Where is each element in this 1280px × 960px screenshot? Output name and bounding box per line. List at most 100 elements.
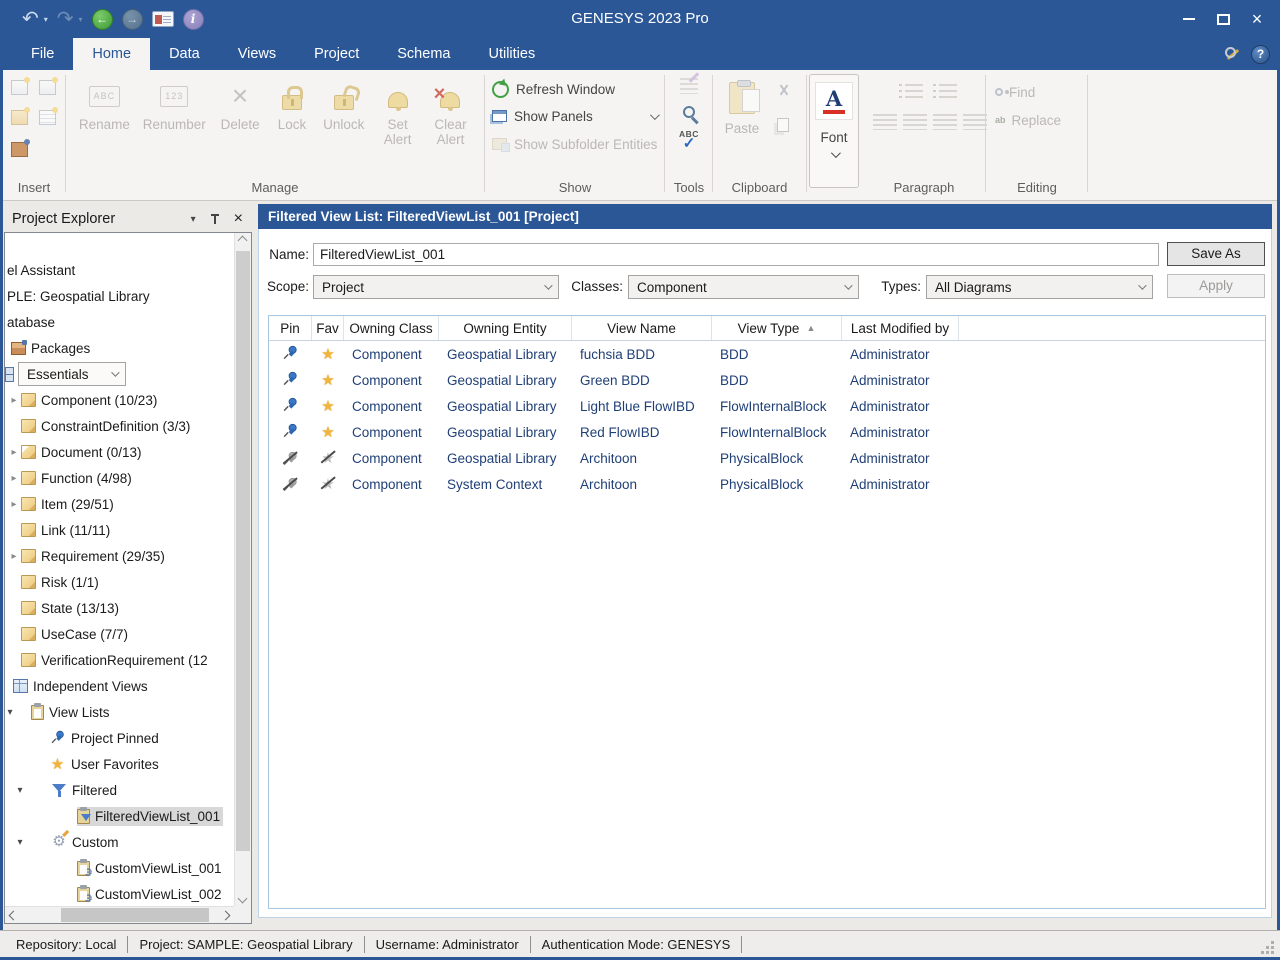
pushpin-disabled-icon[interactable] — [282, 450, 299, 467]
tab-file[interactable]: File — [12, 38, 73, 70]
show-panels-button[interactable]: Show Panels — [492, 105, 593, 127]
apply-button[interactable]: Apply — [1167, 274, 1265, 298]
search-icon[interactable] — [683, 106, 695, 118]
tree-item-filtered[interactable]: ▾Filtered — [5, 777, 234, 803]
tree-item-customviewlist-001[interactable]: ⚙CustomViewList_001 — [77, 855, 234, 881]
column-header-owning-entity[interactable]: Owning Entity — [439, 316, 572, 340]
column-header-view-name[interactable]: View Name — [572, 316, 712, 340]
forward-icon[interactable]: → — [122, 9, 143, 30]
resize-grip[interactable] — [1262, 942, 1274, 954]
expand-arrow-icon[interactable]: ▸ — [7, 395, 21, 406]
tree-item-verificationrequirement[interactable]: VerificationRequirement (12 — [7, 647, 234, 673]
panel-pin-icon[interactable] — [210, 213, 220, 225]
pushpin-icon[interactable] — [282, 422, 299, 442]
close-button[interactable]: × — [1240, 4, 1274, 34]
tree-item-database[interactable]: atabase — [7, 309, 234, 335]
tree-item-function[interactable]: ▸Function (4/98) — [7, 465, 234, 491]
collapse-arrow-icon[interactable]: ▾ — [5, 707, 15, 718]
tree-item-view-lists[interactable]: ▾View Lists — [5, 699, 234, 725]
table-row[interactable]: ★ Component Geospatial Library Red FlowI… — [269, 419, 1265, 445]
table-row[interactable]: ★ Component Geospatial Library Architoon… — [269, 445, 1265, 471]
pushpin-icon[interactable] — [282, 370, 299, 390]
show-panels-dropdown-icon[interactable] — [650, 110, 660, 120]
insert-window-plus-icon[interactable] — [39, 80, 56, 95]
star-icon[interactable]: ★ — [320, 423, 337, 441]
tree-item-link[interactable]: Link (11/11) — [7, 517, 234, 543]
tree-item-custom[interactable]: ▾⚙Custom — [5, 829, 234, 855]
tree-item-packages[interactable]: Packages — [11, 335, 234, 361]
copy-icon[interactable] — [777, 118, 789, 132]
panel-menu-icon[interactable]: ▾ — [191, 214, 196, 225]
table-row[interactable]: ★ Component Geospatial Library Light Blu… — [269, 393, 1265, 419]
expand-arrow-icon[interactable]: ▸ — [7, 551, 21, 562]
cut-scissors-icon[interactable] — [775, 84, 793, 100]
tree-item-document[interactable]: ▸Document (0/13) — [7, 439, 234, 465]
table-row[interactable]: ★ Component Geospatial Library fuchsia B… — [269, 341, 1265, 367]
expand-arrow-icon[interactable]: ▸ — [7, 473, 21, 484]
spellcheck-icon[interactable]: ABC ✓ — [679, 130, 699, 148]
redo-dropdown-icon[interactable]: ▾ — [79, 15, 83, 24]
insert-list-plus-icon[interactable] — [11, 80, 28, 95]
tab-home[interactable]: Home — [73, 38, 150, 70]
star-icon[interactable]: ★ — [320, 397, 337, 415]
tools-wrench-icon[interactable] — [1224, 46, 1241, 63]
minimize-button[interactable] — [1172, 4, 1206, 34]
star-icon[interactable]: ★ — [320, 345, 337, 363]
diagram-wizard-icon[interactable] — [680, 78, 698, 94]
pushpin-icon[interactable] — [282, 396, 299, 416]
essentials-dropdown[interactable]: Essentials — [18, 362, 126, 386]
name-input[interactable] — [313, 243, 1159, 266]
column-header-pin[interactable]: Pin — [269, 316, 312, 340]
scroll-left-icon[interactable] — [9, 911, 19, 921]
tab-project[interactable]: Project — [295, 38, 378, 70]
types-dropdown[interactable]: All Diagrams — [926, 275, 1153, 299]
table-row[interactable]: ★ Component Geospatial Library Green BDD… — [269, 367, 1265, 393]
font-button[interactable]: A Font — [809, 74, 859, 188]
tree-item-risk[interactable]: Risk (1/1) — [7, 569, 234, 595]
scroll-down-icon[interactable] — [238, 894, 248, 904]
tree-item-independent-views[interactable]: Independent Views — [13, 673, 234, 699]
collapse-arrow-icon[interactable]: ▾ — [13, 785, 27, 796]
pushpin-icon[interactable] — [282, 344, 299, 364]
tree-item-constraintdefinition[interactable]: ConstraintDefinition (3/3) — [7, 413, 234, 439]
maximize-button[interactable] — [1206, 4, 1240, 34]
find-button[interactable]: Find — [995, 82, 1035, 102]
align-center-icon[interactable] — [903, 114, 927, 130]
expand-arrow-icon[interactable]: ▸ — [7, 447, 21, 458]
table-row[interactable]: ★ Component System Context Architoon Phy… — [269, 471, 1265, 497]
classes-dropdown[interactable]: Component — [628, 275, 859, 299]
panel-close-icon[interactable]: × — [234, 210, 243, 228]
tree-item-project-pinned[interactable]: Project Pinned — [49, 725, 234, 751]
scroll-up-icon[interactable] — [238, 236, 248, 246]
contact-card-icon[interactable] — [152, 11, 174, 27]
info-icon[interactable]: i — [183, 9, 204, 30]
tab-views[interactable]: Views — [219, 38, 295, 70]
tree-horizontal-scrollbar[interactable] — [5, 906, 234, 923]
refresh-window-button[interactable]: Refresh Window — [492, 78, 615, 100]
help-icon[interactable]: ? — [1251, 45, 1270, 64]
show-subfolder-entities-button[interactable]: Show Subfolder Entities — [492, 133, 657, 155]
tree-item-model-assistant[interactable]: el Assistant — [7, 257, 234, 283]
tree-item-state[interactable]: State (13/13) — [7, 595, 234, 621]
undo-icon[interactable]: ↶ — [22, 9, 39, 29]
tree-item-item[interactable]: ▸Item (29/51) — [7, 491, 234, 517]
tree-item-user-favorites[interactable]: ★User Favorites — [49, 751, 234, 777]
pushpin-disabled-icon[interactable] — [282, 476, 299, 493]
tab-schema[interactable]: Schema — [378, 38, 469, 70]
tab-utilities[interactable]: Utilities — [469, 38, 554, 70]
star-disabled-icon[interactable]: ★ — [320, 475, 337, 493]
align-left-icon[interactable] — [873, 114, 897, 130]
align-right-icon[interactable] — [933, 114, 957, 130]
column-header-view-type[interactable]: View Type▲ — [712, 316, 842, 340]
tree-item-customviewlist-002[interactable]: ⚙CustomViewList_002 — [77, 881, 234, 906]
tree-item-filteredviewlist-001[interactable]: FilteredViewList_001 — [77, 803, 234, 829]
replace-button[interactable]: ab Replace — [995, 110, 1061, 130]
column-header-owning-class[interactable]: Owning Class — [344, 316, 439, 340]
insert-package-icon[interactable] — [11, 142, 28, 157]
back-icon[interactable]: ← — [92, 9, 113, 30]
horizontal-scroll-thumb[interactable] — [61, 908, 209, 922]
expand-arrow-icon[interactable]: ▸ — [7, 499, 21, 510]
tab-data[interactable]: Data — [150, 38, 219, 70]
tree-item-component[interactable]: ▸Component (10/23) — [7, 387, 234, 413]
insert-table-plus-icon[interactable] — [39, 110, 56, 125]
